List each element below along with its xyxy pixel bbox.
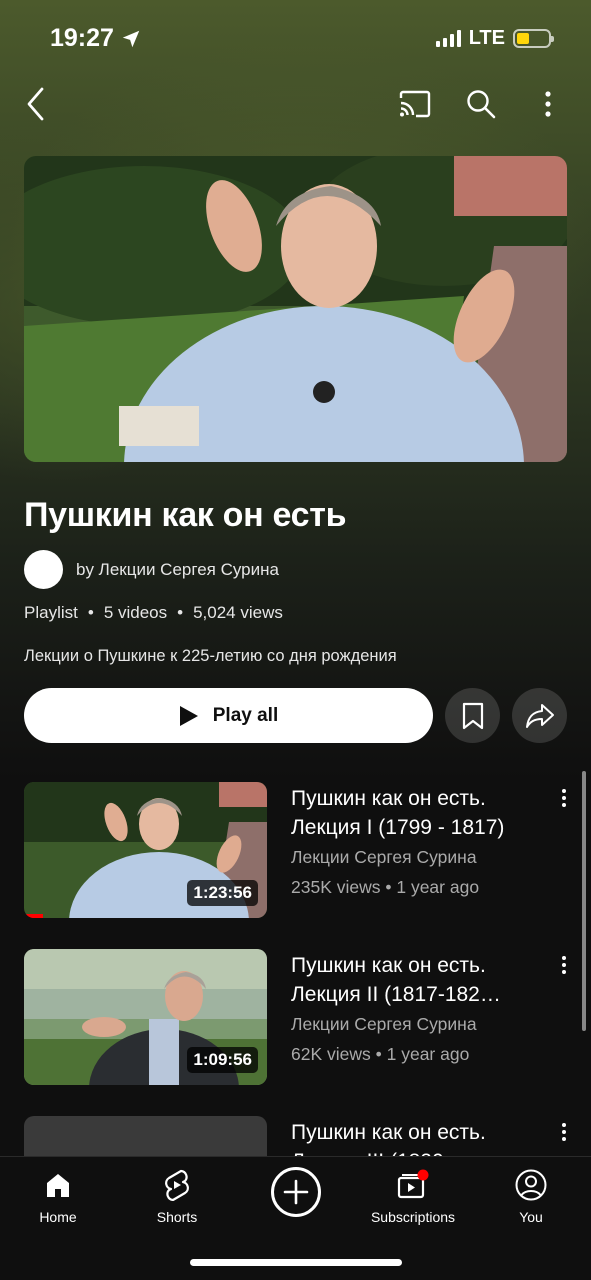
watch-progress-bar [24, 914, 44, 918]
status-time: 19:27 [50, 24, 142, 53]
playlist-description: Лекции о Пушкине к 225-летию со дня рожд… [24, 647, 397, 665]
save-playlist-button[interactable] [445, 688, 500, 743]
avatar[interactable] [24, 550, 63, 589]
scrollbar[interactable] [582, 771, 586, 1031]
owner-name[interactable]: by Лекции Сергея Сурина [76, 560, 279, 580]
video-title[interactable]: Пушкин как он есть. [291, 951, 551, 980]
video-title[interactable]: Пушкин как он есть. [291, 1118, 551, 1147]
video-title[interactable]: Лекция II (1817-182… [291, 980, 551, 1009]
video-channel: Лекции Сергея Сурина [291, 847, 477, 867]
meta-video-count: 5 videos [103, 603, 168, 622]
cast-icon[interactable] [393, 82, 437, 126]
more-vertical-icon[interactable] [554, 1118, 574, 1146]
play-all-label: Play all [212, 704, 279, 726]
tab-label: Subscriptions [370, 1209, 456, 1225]
video-thumbnail[interactable]: 1:23:56 [24, 782, 267, 918]
tab-shorts[interactable]: Shorts [127, 1167, 227, 1225]
back-chevron-icon[interactable] [14, 82, 58, 126]
video-views: 62K views [291, 1044, 371, 1064]
tab-label: Shorts [156, 1209, 198, 1225]
more-vertical-icon[interactable] [526, 82, 570, 126]
playlist-owner[interactable]: by Лекции Сергея Сурина [24, 550, 279, 589]
signal-icon [435, 30, 461, 47]
home-indicator [190, 1259, 402, 1266]
tab-subscriptions[interactable]: Subscriptions [363, 1167, 463, 1225]
video-thumbnail[interactable]: 1:09:56 [24, 949, 267, 1085]
video-info[interactable]: Пушкин как он есть. Лекция II (1817-182…… [291, 951, 551, 1065]
more-vertical-icon[interactable] [554, 784, 574, 812]
status-indicators: LTE [435, 27, 554, 50]
video-age: 1 year ago [386, 1044, 470, 1064]
search-icon[interactable] [459, 82, 503, 126]
video-channel: Лекции Сергея Сурина [291, 1014, 477, 1034]
create-button[interactable] [271, 1167, 321, 1217]
tab-home[interactable]: Home [8, 1167, 108, 1225]
video-title[interactable]: Лекция I (1799 - 1817) [291, 813, 551, 842]
video-stats: 235K views • 1 year ago [291, 877, 480, 897]
play-icon [179, 705, 198, 726]
video-views: 235K views [291, 877, 381, 897]
video-duration: 1:09:56 [187, 1047, 258, 1073]
tab-you[interactable]: You [481, 1167, 581, 1225]
battery-icon [513, 29, 554, 48]
share-icon [525, 703, 554, 728]
subscriptions-icon [395, 1167, 431, 1203]
play-all-button[interactable]: Play all [24, 688, 433, 743]
video-title[interactable]: Пушкин как он есть. [291, 784, 551, 813]
meta-separator: • [177, 603, 184, 622]
video-duration: 1:23:56 [187, 880, 258, 906]
video-info[interactable]: Пушкин как он есть. Лекция I (1799 - 181… [291, 784, 551, 898]
home-icon [40, 1167, 76, 1203]
location-arrow-icon [122, 30, 140, 47]
clock-text: 19:27 [50, 24, 114, 52]
playlist-thumbnail[interactable] [24, 156, 567, 462]
plus-icon [283, 1179, 309, 1205]
tab-label: Home [39, 1209, 77, 1225]
share-button[interactable] [512, 688, 567, 743]
more-vertical-icon[interactable] [554, 951, 574, 979]
meta-separator: • [87, 603, 94, 622]
network-type: LTE [468, 27, 505, 49]
meta-type: Playlist [24, 603, 78, 622]
account-icon [513, 1167, 549, 1203]
meta-view-count: 5,024 views [193, 603, 283, 622]
video-stats: 62K views • 1 year ago [291, 1044, 470, 1064]
bookmark-icon [462, 702, 483, 729]
playlist-meta: Playlist • 5 videos • 5,024 views [24, 603, 283, 623]
video-age: 1 year ago [396, 877, 480, 897]
tab-label: You [519, 1209, 543, 1225]
playlist-title: Пушкин как он есть [24, 496, 347, 534]
shorts-icon [159, 1167, 195, 1203]
